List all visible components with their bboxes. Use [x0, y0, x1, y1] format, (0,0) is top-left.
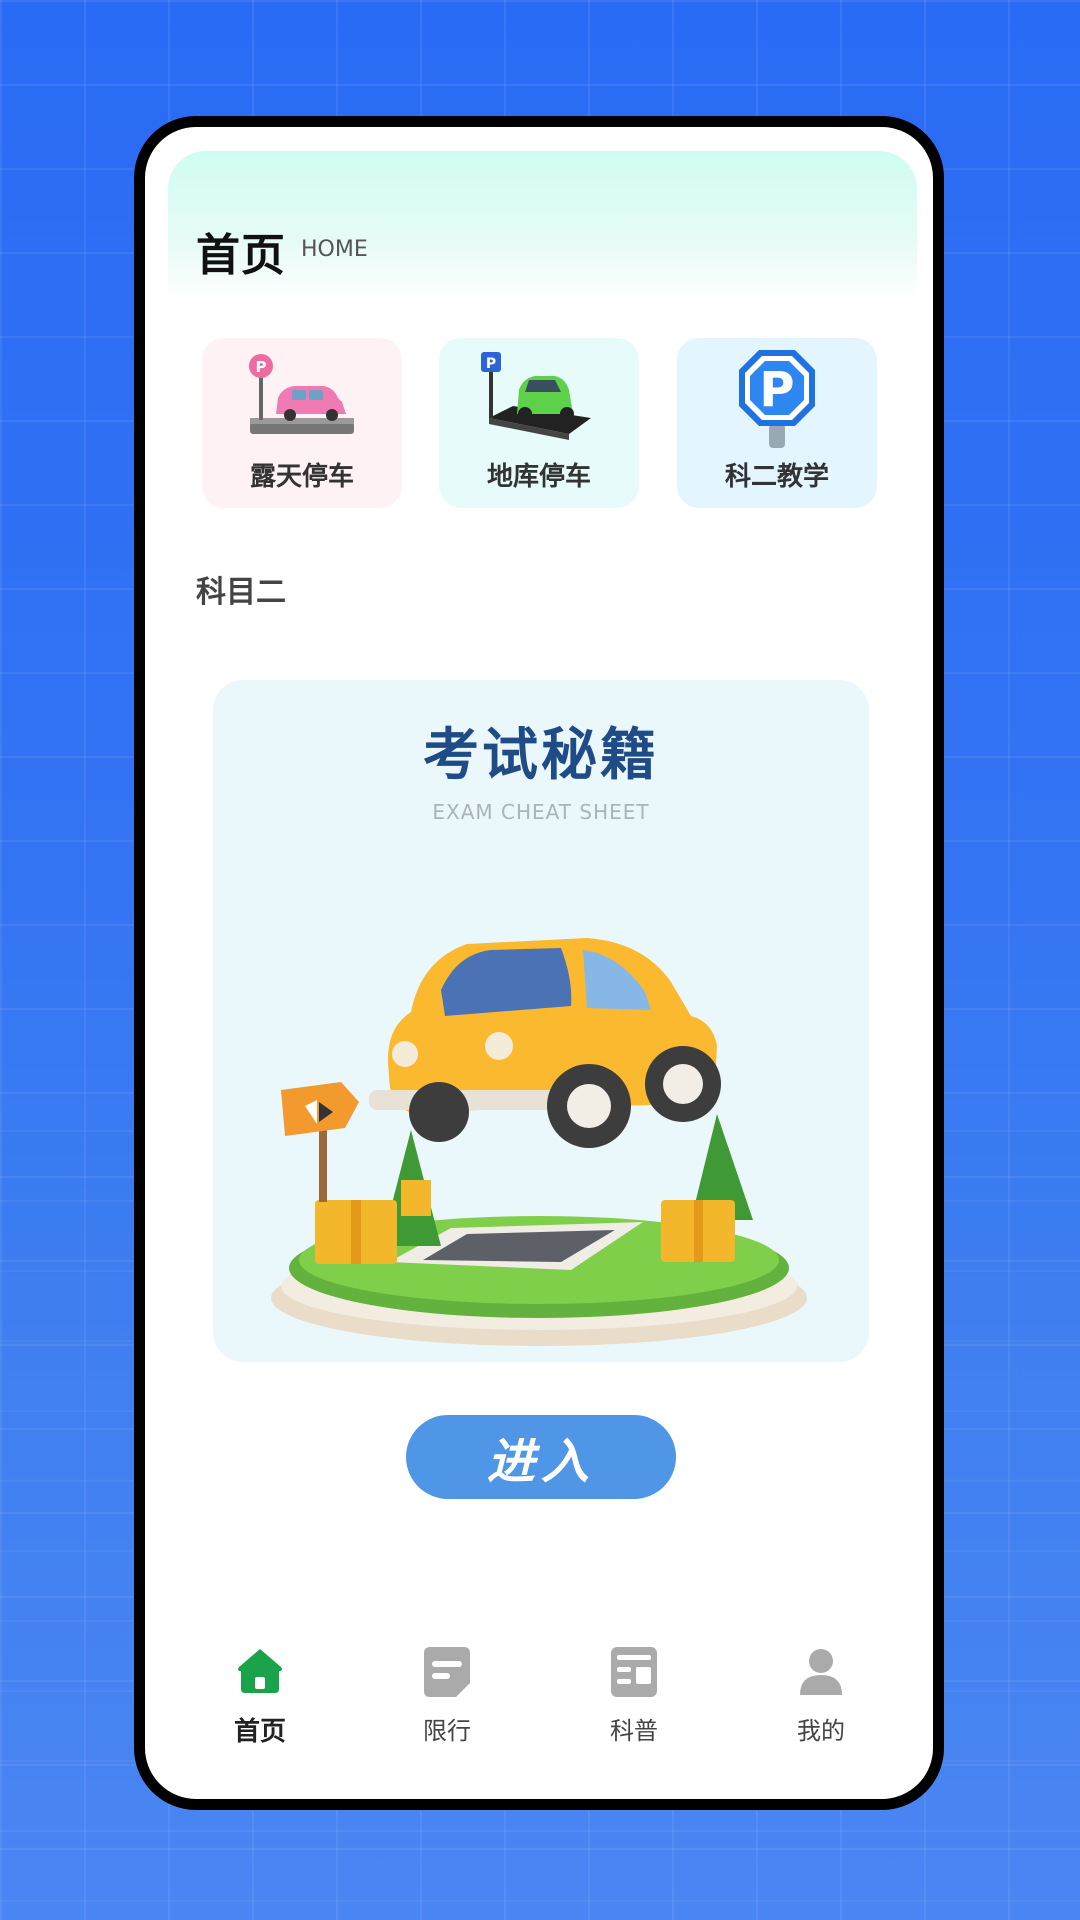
feature-tiles: P 露天停车 P 地库停车 P 科二教学 [202, 338, 892, 508]
tab-restriction[interactable]: 限行 [387, 1647, 507, 1767]
exam-cheat-sheet-card[interactable]: 考试秘籍 EXAM CHEAT SHEET [213, 680, 869, 1362]
tab-label: 首页 [233, 1717, 286, 1747]
phone-frame: 首页 HOME P 露天停车 P 地库停车 P 科二教学 科目二 考试秘籍 EX… [134, 116, 944, 1810]
bottom-tab-bar: 首页 限行 科普 我的 [145, 1647, 933, 1767]
section-label: 科目二 [196, 575, 286, 610]
tab-label: 我的 [797, 1717, 845, 1745]
tile-subject-two-teaching[interactable]: P 科二教学 [677, 338, 877, 508]
card-title: 考试秘籍 [423, 723, 659, 788]
car-illustration [271, 938, 807, 1346]
tab-science[interactable]: 科普 [574, 1647, 694, 1767]
green-car-parking-icon: P [481, 352, 591, 440]
tile-label: 地库停车 [486, 462, 591, 492]
tile-underground-parking[interactable]: P 地库停车 [439, 338, 639, 508]
svg-text:P: P [759, 362, 794, 418]
home-icon [238, 1649, 282, 1693]
enter-button[interactable]: 进入 [406, 1415, 676, 1499]
tab-profile[interactable]: 我的 [761, 1647, 881, 1767]
tile-label: 露天停车 [249, 462, 354, 492]
tile-open-air-parking[interactable]: P 露天停车 [202, 338, 402, 508]
card-subtitle: EXAM CHEAT SHEET [432, 800, 650, 824]
tile-label: 科二教学 [724, 462, 829, 492]
tab-label: 科普 [610, 1717, 658, 1745]
page-title: 首页 [196, 230, 286, 281]
pink-car-parking-icon: P [249, 354, 354, 434]
restriction-icon [424, 1647, 470, 1697]
page-subtitle: HOME [301, 237, 368, 262]
tab-label: 限行 [423, 1717, 471, 1745]
svg-text:P: P [256, 358, 267, 376]
parking-sign-icon: P [739, 350, 815, 448]
news-icon [611, 1647, 657, 1697]
svg-text:P: P [486, 356, 496, 372]
tab-home[interactable]: 首页 [200, 1647, 320, 1767]
user-icon [800, 1649, 842, 1695]
